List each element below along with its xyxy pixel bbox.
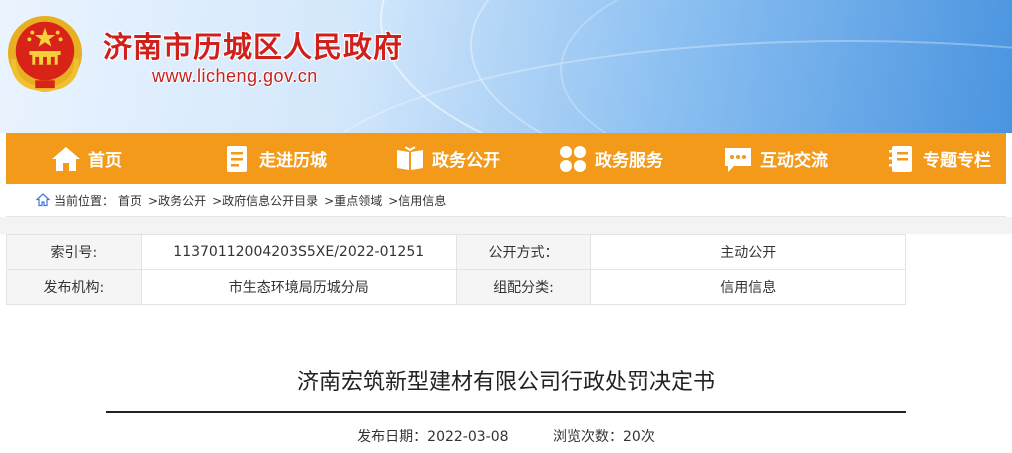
header-banner: 济南市历城区人民政府 www.licheng.gov.cn xyxy=(0,0,1012,133)
breadcrumb-link[interactable]: 首页 xyxy=(118,192,142,209)
breadcrumb-link[interactable]: >政府信息公开目录 xyxy=(212,192,318,209)
meta-value: 11370112004203S5XE/2022-01251 xyxy=(140,234,457,270)
breadcrumb: 当前位置： 首页 >政务公开 >政府信息公开目录 >重点领域 >信用信息 xyxy=(6,184,1006,217)
nav-item-label: 政务公开 xyxy=(432,151,500,171)
grid-dots-icon xyxy=(560,145,586,172)
home-icon xyxy=(52,146,80,171)
view-count: 浏览次数：20次 xyxy=(553,429,655,445)
meta-value: 市生态环境局历城分局 xyxy=(140,269,457,305)
home-icon xyxy=(36,193,50,207)
nav-item-home[interactable]: 首页 xyxy=(50,133,122,184)
banner-decoration xyxy=(560,0,1012,133)
title-divider xyxy=(106,411,906,413)
breadcrumb-link[interactable]: >信用信息 xyxy=(388,192,446,209)
breadcrumb-prefix: 当前位置： xyxy=(54,193,115,208)
chat-icon xyxy=(725,147,751,172)
publish-date: 发布日期：2022-03-08 xyxy=(357,429,509,445)
meta-label: 组配分类: xyxy=(455,269,592,305)
nav-item-label: 专题专栏 xyxy=(923,151,991,171)
breadcrumb-link[interactable]: >重点领域 xyxy=(324,192,382,209)
open-book-icon xyxy=(397,145,423,170)
article-content: 索引号: 11370112004203S5XE/2022-01251 公开方式：… xyxy=(6,234,1006,453)
nav-item-about[interactable]: 走进历城 xyxy=(221,133,327,184)
nav-item-label: 互动交流 xyxy=(760,151,828,171)
section-divider xyxy=(0,217,1012,234)
nav-item-interaction[interactable]: 互动交流 xyxy=(722,133,828,184)
metadata-table: 索引号: 11370112004203S5XE/2022-01251 公开方式：… xyxy=(6,234,906,305)
main-nav: 首页 走进历城 政务公开 政务服务 互动交流 专题专栏 xyxy=(6,133,1006,184)
table-row: 发布机构: 市生态环境局历城分局 组配分类: 信用信息 xyxy=(6,269,906,305)
national-emblem-icon xyxy=(7,15,83,92)
nav-item-gov-affairs[interactable]: 政务公开 xyxy=(394,133,500,184)
nav-item-topics[interactable]: 专题专栏 xyxy=(885,133,991,184)
meta-label: 公开方式： xyxy=(455,234,592,270)
site-url[interactable]: www.licheng.gov.cn xyxy=(152,66,318,87)
nav-item-label: 政务服务 xyxy=(595,151,663,171)
meta-label: 发布机构: xyxy=(6,269,142,305)
site-title: 济南市历城区人民政府 xyxy=(103,30,404,64)
publish-info: 发布日期：2022-03-08 浏览次数：20次 xyxy=(6,426,1006,446)
meta-label: 索引号: xyxy=(6,234,142,270)
notebook-icon xyxy=(889,145,912,172)
nav-item-label: 走进历城 xyxy=(259,151,327,171)
meta-value: 主动公开 xyxy=(590,234,906,270)
nav-item-label: 首页 xyxy=(88,151,122,171)
meta-value: 信用信息 xyxy=(590,269,906,305)
page-title: 济南宏筑新型建材有限公司行政处罚决定书 xyxy=(296,370,715,395)
nav-item-services[interactable]: 政务服务 xyxy=(557,133,663,184)
document-icon xyxy=(227,145,247,172)
breadcrumb-link[interactable]: >政务公开 xyxy=(148,192,206,209)
table-row: 索引号: 11370112004203S5XE/2022-01251 公开方式：… xyxy=(6,234,906,270)
